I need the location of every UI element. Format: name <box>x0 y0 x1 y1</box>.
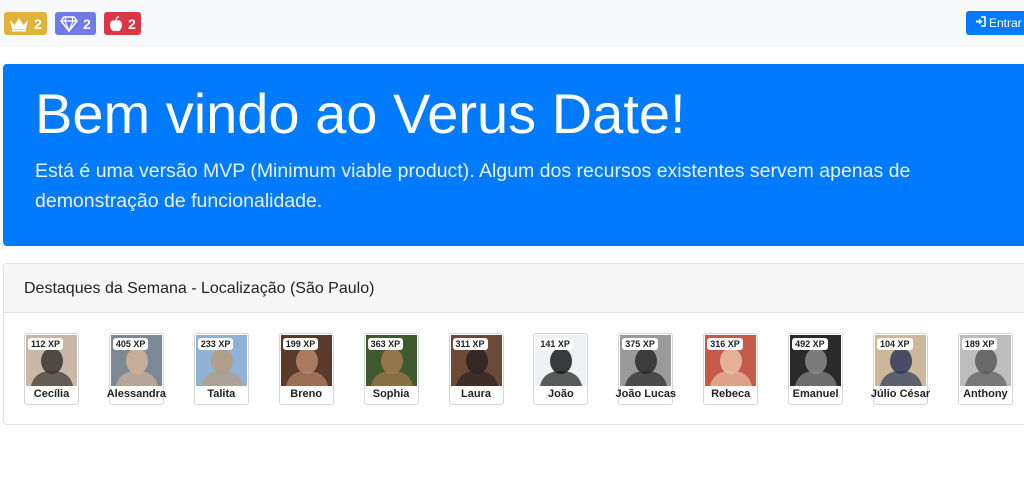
xp-badge: 405 XP <box>112 338 149 350</box>
user-name: Alessandra <box>106 388 167 400</box>
xp-badge: 189 XP <box>961 338 998 350</box>
crown-badge[interactable]: 2 <box>4 12 47 35</box>
highlights-user-list: 112 XP Cecília 405 XP Alessandra 233 XP Talit… <box>24 333 1024 405</box>
gem-count: 2 <box>83 15 91 32</box>
login-label: Entrar <box>989 16 1022 30</box>
user-card[interactable]: 112 XP Cecília <box>24 333 79 405</box>
user-card[interactable]: 316 XP Rebeca <box>703 333 759 405</box>
xp-badge: 492 XP <box>792 338 828 350</box>
user-card[interactable]: 375 XP João Lucas <box>616 333 676 405</box>
user-card[interactable]: 141 XP João <box>533 333 589 405</box>
user-card[interactable]: 199 XP Breno <box>278 333 334 405</box>
welcome-description: Está é uma versão MVP (Minimum viable pr… <box>35 160 911 212</box>
user-card[interactable]: 405 XP Alessandra <box>107 333 166 405</box>
weekly-highlights-card: Destaques da Semana - Localização (São P… <box>3 263 1024 425</box>
gem-icon <box>60 15 78 32</box>
apple-count: 2 <box>128 15 136 32</box>
user-name: Talita <box>207 388 236 400</box>
welcome-jumbotron: Bem vindo ao Verus Date! Está é uma vers… <box>3 64 1024 246</box>
xp-badge: 375 XP <box>622 338 658 350</box>
welcome-title: Bem vindo ao Verus Date! <box>35 82 686 145</box>
xp-badge: 141 XP <box>537 338 573 350</box>
user-card[interactable]: 233 XP Talita <box>193 333 249 405</box>
xp-badge: 363 XP <box>367 338 404 350</box>
user-name: Júlio César <box>870 388 931 400</box>
user-name: Emanuel <box>792 388 839 400</box>
user-name: Rebeca <box>711 388 751 400</box>
gem-badge[interactable]: 2 <box>55 12 96 35</box>
user-card[interactable]: 311 XP Laura <box>448 333 504 405</box>
xp-badge: 199 XP <box>282 338 319 350</box>
highlights-title: Destaques da Semana - Localização (São P… <box>4 264 1024 313</box>
login-button[interactable]: Entrar <box>966 11 1024 35</box>
xp-badge: 316 XP <box>707 338 743 350</box>
user-card[interactable]: 189 XP Anthony <box>957 333 1013 405</box>
xp-badge: 112 XP <box>28 338 64 350</box>
user-name: João Lucas <box>615 388 677 400</box>
xp-badge: 104 XP <box>877 338 913 350</box>
user-name: Anthony <box>963 388 1008 400</box>
user-name: João <box>548 388 574 400</box>
crown-count: 2 <box>34 15 42 32</box>
user-card[interactable]: 363 XP Sophia <box>363 333 419 405</box>
apple-badge[interactable]: 2 <box>104 12 141 35</box>
top-navbar: 2 2 2 Entrar <box>0 0 1024 47</box>
user-name: Laura <box>461 388 491 400</box>
xp-badge: 311 XP <box>452 338 488 350</box>
user-name: Breno <box>290 388 323 400</box>
xp-badge: 233 XP <box>197 338 234 350</box>
crown-icon <box>9 16 29 32</box>
sign-in-icon <box>975 16 986 30</box>
user-card[interactable]: 492 XP Emanuel <box>788 333 844 405</box>
user-card[interactable]: 104 XP Júlio César <box>871 333 930 405</box>
apple-icon <box>109 15 123 32</box>
user-name: Cecília <box>33 388 70 400</box>
user-name: Sophia <box>372 388 410 400</box>
